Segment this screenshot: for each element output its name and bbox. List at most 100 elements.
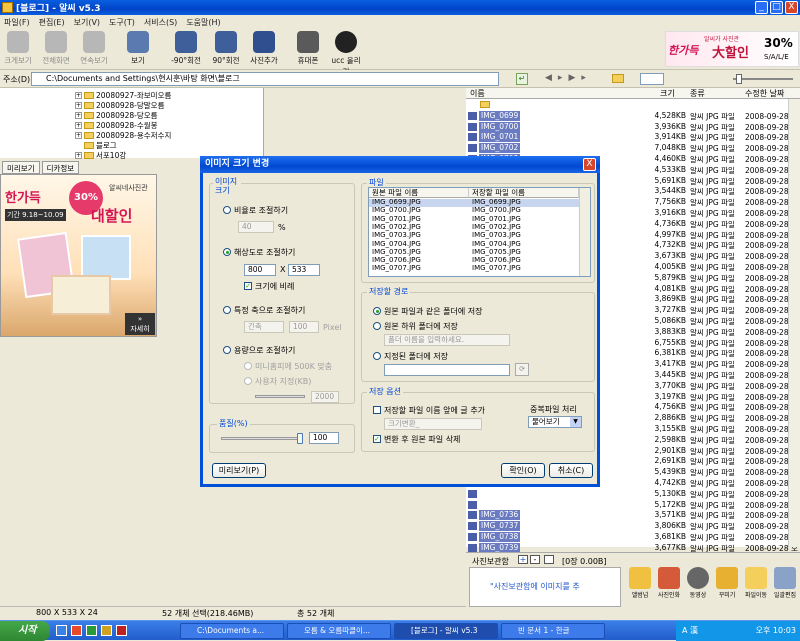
file-row[interactable]: IMG_0700 3,936KB 알씨 JPG 파일 2008-09-28 오 [466, 121, 800, 133]
ime-indicator[interactable]: A 漢 [682, 621, 698, 640]
quality-slider[interactable] [221, 437, 301, 440]
tree-item[interactable]: +20080928-당말오름 [75, 100, 164, 110]
expand-icon[interactable]: + [75, 101, 82, 109]
chevron-down-icon[interactable]: ▼ [570, 417, 581, 427]
rotate-right-button[interactable]: 90°회전 [208, 31, 244, 66]
quicklaunch-icon[interactable] [101, 625, 112, 636]
task-hangul[interactable]: 빈 문서 1 - 한글 [501, 623, 605, 639]
dialog-file-row[interactable]: IMG_0701.JPG IMG_0701.JPG [369, 215, 579, 224]
col-name[interactable]: 이름 [470, 88, 485, 99]
menu-file[interactable]: 파일(F) [4, 17, 30, 28]
col-original-name[interactable]: 원본 파일 이름 [369, 188, 469, 198]
file-table-scrollbar[interactable] [579, 188, 590, 276]
prefix-input[interactable]: 크기변환_ [384, 418, 482, 430]
clock[interactable]: 오후 10:03 [756, 626, 796, 635]
file-row[interactable]: 5,172KB 알씨 JPG 파일 2008-09-28 오 [466, 500, 800, 511]
file-row[interactable]: IMG_0701 3,914KB 알씨 JPG 파일 2008-09-28 오 [466, 132, 800, 143]
view-button[interactable]: 보기 [120, 31, 156, 66]
nav-arrows-icon[interactable]: ◀▸▶▸ [545, 73, 592, 83]
rotate-left-button[interactable]: -90°회전 [168, 31, 204, 66]
photo-drop-area[interactable]: "사진보관함에 이미지를 추 [469, 567, 621, 607]
print-button[interactable]: 사진인화 [655, 567, 683, 599]
keep-ratio-checkbox[interactable]: ✓ [244, 282, 252, 290]
expand-icon[interactable]: + [75, 121, 82, 129]
col-date[interactable]: 수정한 날짜 [745, 88, 784, 99]
subfolder-input[interactable]: 폴더 이름을 입력하세요. [384, 334, 510, 346]
height-input[interactable]: 533 [288, 264, 320, 276]
file-row[interactable]: IMG_0702 7,048KB 알씨 JPG 파일 2008-09-28 오 [466, 143, 800, 154]
width-input[interactable]: 800 [244, 264, 276, 276]
video-button[interactable]: 동영상 [684, 567, 712, 599]
menu-tools[interactable]: 도구(T) [109, 17, 135, 28]
tab-preview[interactable]: 미리보기 [2, 161, 40, 174]
dialog-title-bar[interactable]: 이미지 크기 변경 [200, 156, 600, 173]
folder-up-icon[interactable] [612, 74, 624, 83]
quality-input[interactable]: 100 [309, 432, 339, 444]
file-row[interactable]: 5,130KB 알씨 JPG 파일 2008-09-28 오 [466, 489, 800, 500]
file-row[interactable]: IMG_0738 3,681KB 알씨 JPG 파일 2008-09-28 오 [466, 532, 800, 543]
tree-item[interactable]: +20080928-용수저수지 [75, 130, 171, 140]
remove-icon[interactable]: - [530, 555, 540, 564]
clear-icon[interactable] [544, 555, 554, 564]
photo-add-button[interactable]: 사진추가 [246, 31, 282, 66]
col-size[interactable]: 크기 [660, 88, 675, 99]
path-sub-radio[interactable] [373, 322, 381, 330]
quicklaunch-icon[interactable] [86, 625, 97, 636]
quicklaunch-icon[interactable] [56, 625, 67, 636]
phone-button[interactable]: 휴대폰 [290, 31, 326, 66]
expand-icon[interactable]: + [75, 111, 82, 119]
album-button[interactable]: 앨범넘 [626, 567, 654, 599]
resolution-radio[interactable] [223, 248, 231, 256]
quicklaunch-icon[interactable] [71, 625, 82, 636]
mini-radio[interactable] [244, 362, 252, 370]
tree-item-selected[interactable]: 블로그 [84, 140, 117, 150]
browse-folder-icon[interactable]: ⟳ [515, 363, 529, 376]
capacity-input[interactable]: 2000 [311, 391, 339, 403]
zoom-slider-thumb[interactable] [736, 74, 742, 84]
minimize-button[interactable]: _ [755, 1, 768, 14]
tree-item[interactable]: +20080928-당오름 [75, 110, 158, 120]
expand-icon[interactable]: + [75, 91, 82, 99]
list-scrollbar[interactable] [788, 99, 800, 547]
dialog-close-button[interactable]: X [583, 158, 596, 171]
menu-service[interactable]: 서비스(S) [144, 17, 177, 28]
cancel-button[interactable]: 취소(C) [549, 463, 593, 478]
ratio-input[interactable]: 40 [238, 221, 274, 233]
ratio-radio[interactable] [223, 206, 231, 214]
custom-folder-input[interactable] [384, 364, 510, 376]
file-row[interactable]: IMG_0737 3,806KB 알씨 JPG 파일 2008-09-28 오 [466, 521, 800, 532]
quality-slider-thumb[interactable] [297, 433, 303, 444]
enlarge-button[interactable]: 크게보기 [0, 31, 36, 66]
dialog-file-row[interactable]: IMG_0700.JPG IMG_0700.JPG [369, 207, 579, 215]
axis-radio[interactable] [223, 306, 231, 314]
user-capacity-radio[interactable] [244, 377, 252, 385]
path-custom-radio[interactable] [373, 352, 381, 360]
more-button[interactable]: » 자세히 [125, 313, 155, 335]
fullscreen-button[interactable]: 전체화면 [38, 31, 74, 66]
dialog-file-row[interactable]: IMG_0703.JPG IMG_0703.JPG [369, 232, 579, 240]
delete-original-checkbox[interactable]: ✓ [373, 435, 381, 443]
axis-select[interactable]: 긴축 [244, 321, 284, 333]
quicklaunch-icon[interactable] [116, 625, 127, 636]
go-icon[interactable]: ↵ [516, 73, 528, 85]
decorate-button[interactable]: 꾸미기 [713, 567, 741, 599]
capacity-radio[interactable] [223, 346, 231, 354]
prefix-checkbox[interactable] [373, 406, 381, 414]
file-row[interactable]: IMG_0699 4,528KB 알씨 JPG 파일 2008-09-28 오 [466, 110, 800, 122]
task-alsee[interactable]: [블로그] - 알씨 v5.3 [394, 623, 498, 639]
col-save-name[interactable]: 저장할 파일 이름 [469, 188, 579, 198]
address-input[interactable]: C:\Documents and Settings\현시훈\바탕 화면\블로그 [31, 72, 499, 86]
path-same-radio[interactable] [373, 307, 381, 315]
view-mode-select[interactable] [640, 73, 664, 85]
ad-banner[interactable]: 알씨가 사진관 한가득 大할인 30% S/A/L/E [665, 31, 799, 67]
zoom-slider[interactable] [733, 78, 793, 80]
dialog-file-row[interactable]: IMG_0707.JPG IMG_0707.JPG [369, 265, 579, 273]
axis-input[interactable]: 100 [289, 321, 319, 333]
col-type[interactable]: 종류 [690, 88, 705, 99]
batch-edit-button[interactable]: 일괄편집 [771, 567, 799, 599]
tree-item[interactable]: + 서포10강 [75, 150, 126, 160]
tree-item[interactable]: +20080927-좌보미오름 [75, 90, 171, 100]
expand-icon[interactable]: + [75, 151, 82, 159]
menu-help[interactable]: 도움말(H) [186, 17, 220, 28]
slideshow-button[interactable]: 연속보기 [76, 31, 112, 66]
